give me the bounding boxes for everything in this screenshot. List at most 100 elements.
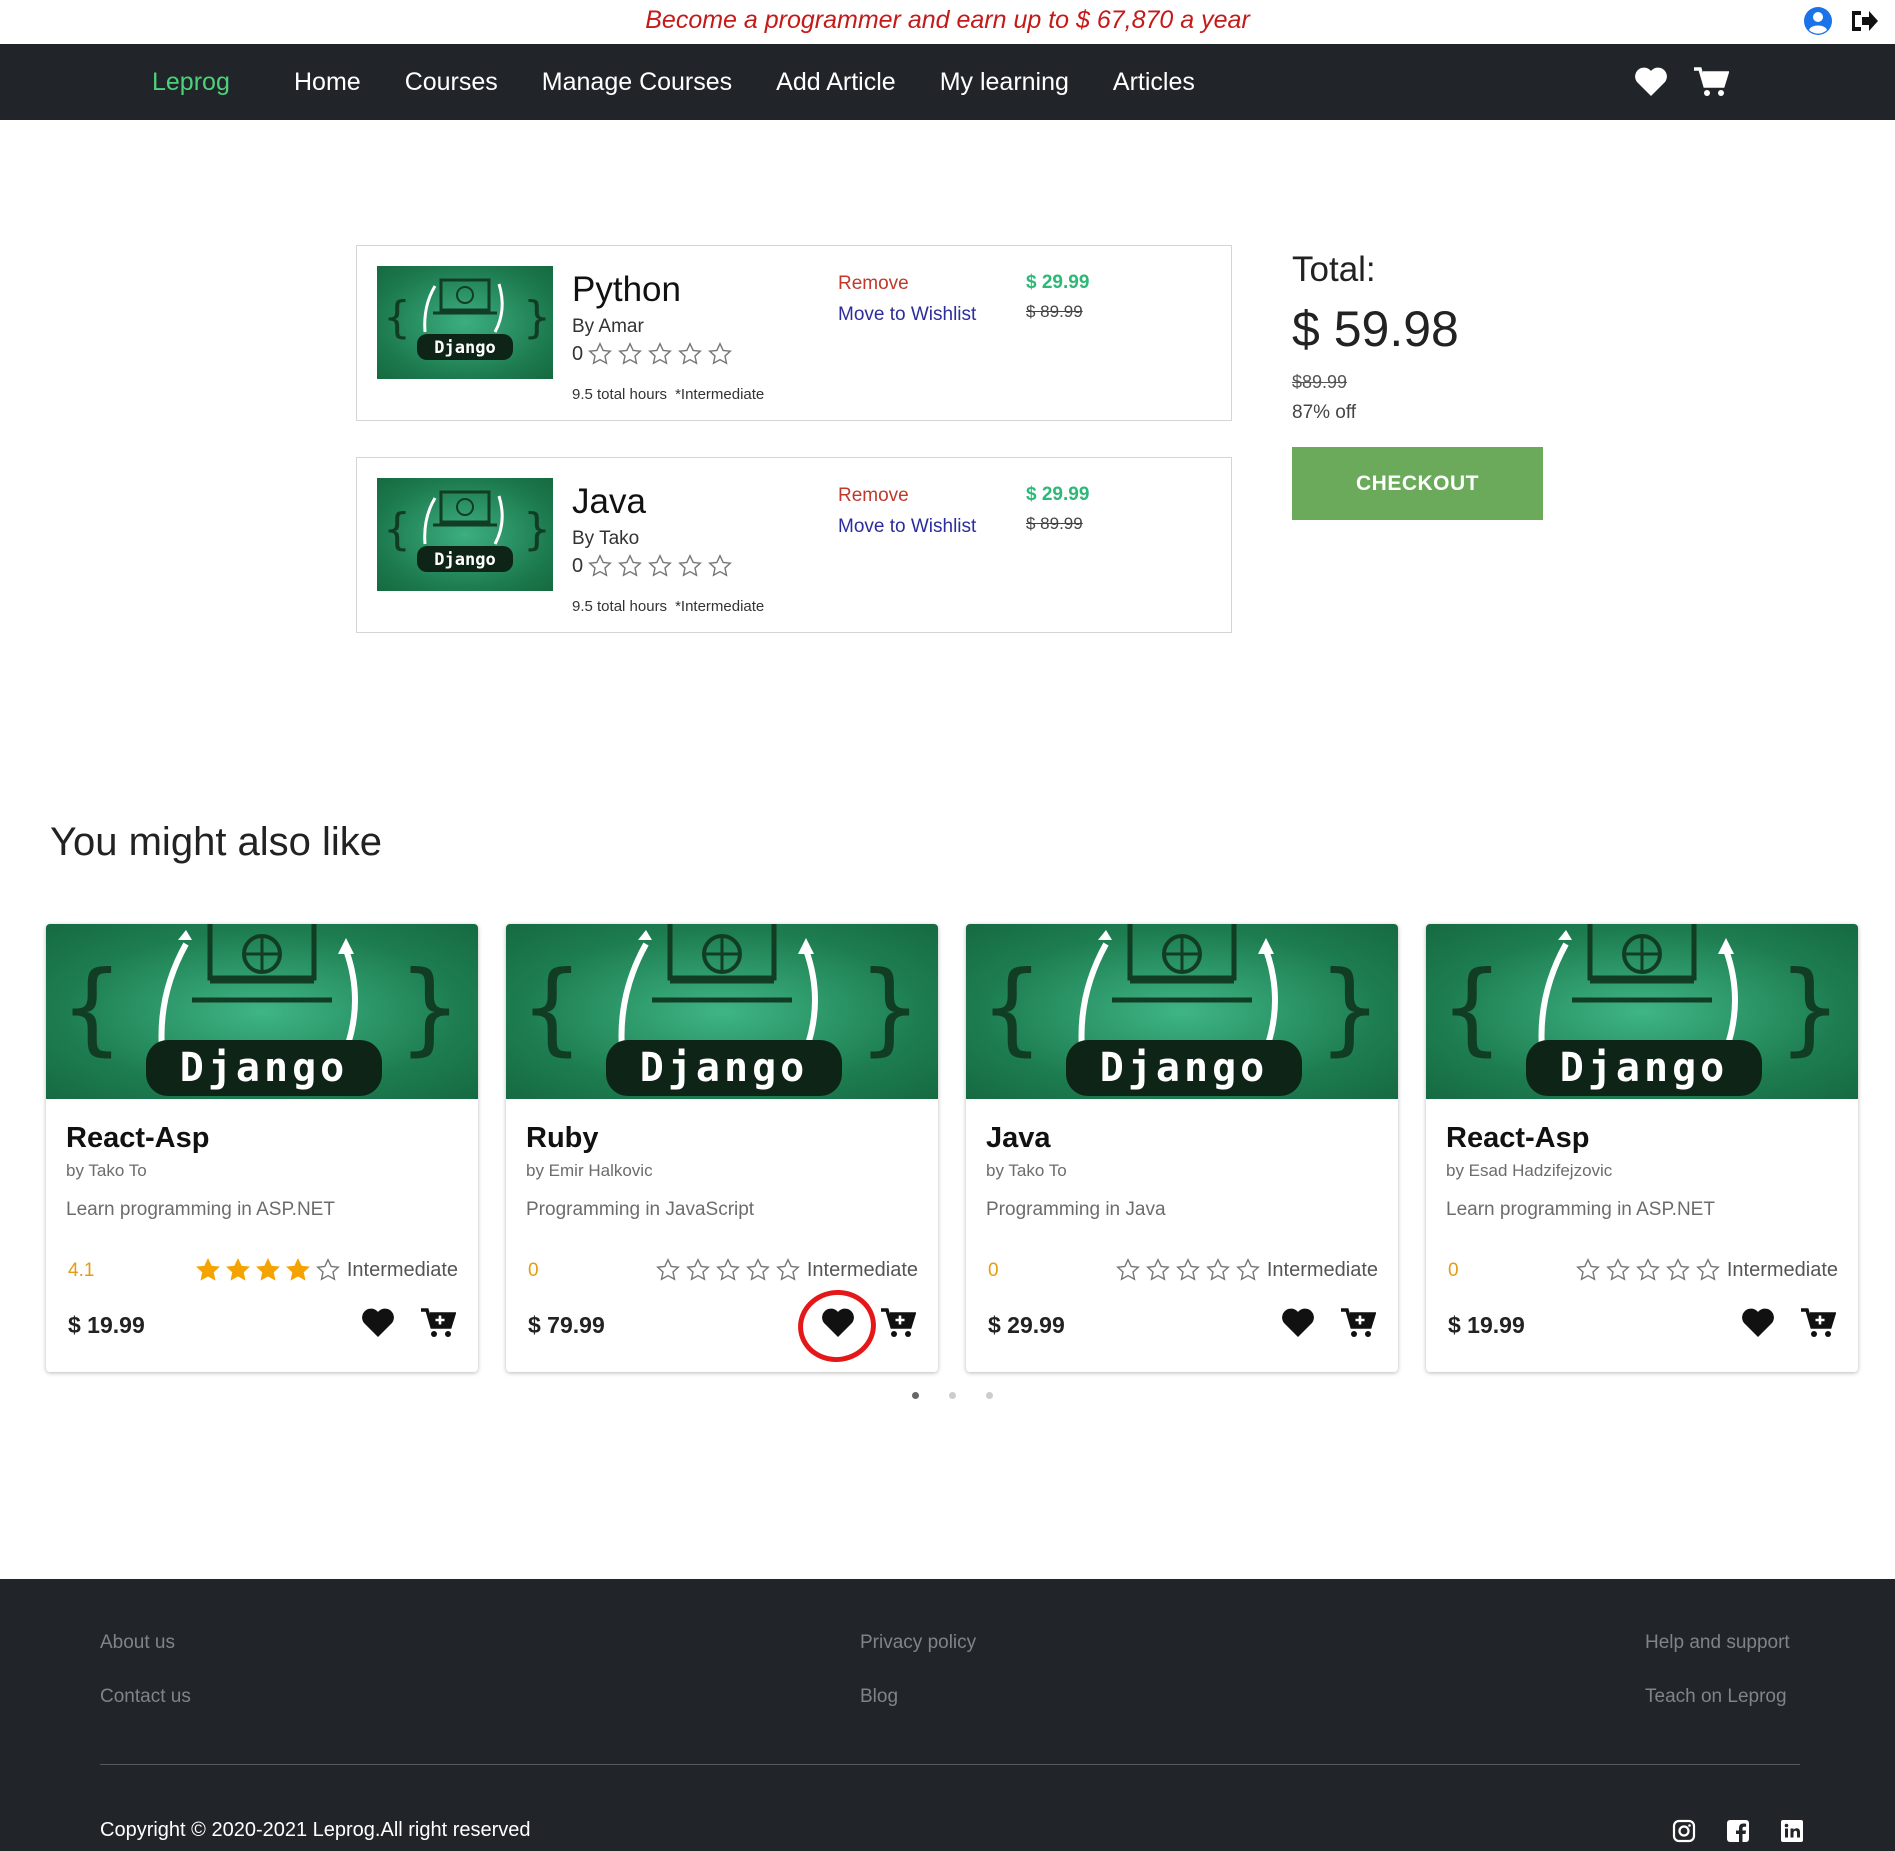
svg-text:{: {	[383, 504, 411, 555]
add-to-wishlist-heart-icon[interactable]	[1740, 1307, 1776, 1339]
course-thumbnail[interactable]: { } Django	[377, 478, 553, 591]
main-navbar: Leprog Home Courses Manage Courses Add A…	[0, 44, 1895, 120]
shopping-cart-icon[interactable]	[1693, 66, 1729, 98]
image-label: Django	[180, 1045, 349, 1091]
instagram-icon[interactable]	[1672, 1819, 1696, 1843]
course-card[interactable]: { } Django React-Asp by Tako To Learn pr…	[46, 924, 478, 1372]
nav-add-article[interactable]: Add Article	[776, 68, 896, 97]
sign-out-icon[interactable]	[1849, 7, 1879, 35]
add-to-cart-icon[interactable]	[1340, 1307, 1376, 1339]
add-to-wishlist-heart-icon[interactable]	[360, 1307, 396, 1339]
section-title: You might also like	[50, 820, 383, 864]
course-old-price: $ 89.99	[1026, 514, 1083, 533]
rating-stars	[587, 553, 733, 579]
carousel-dot[interactable]	[949, 1392, 956, 1399]
course-price: $ 29.99	[1026, 484, 1090, 505]
course-title[interactable]: Python	[572, 270, 681, 310]
promo-text: Become a programmer and earn up to $ 67,…	[645, 6, 1250, 34]
star-empty-icon	[1695, 1258, 1720, 1281]
star-empty-icon	[648, 342, 673, 365]
course-image[interactable]: { } Django	[1426, 924, 1858, 1099]
star-empty-icon	[708, 554, 733, 577]
card-price: $ 19.99	[68, 1312, 145, 1338]
move-to-wishlist-link[interactable]: Move to Wishlist	[838, 516, 976, 538]
footer-about-link[interactable]: About us	[100, 1632, 175, 1654]
svg-text:{: {	[60, 949, 124, 1066]
card-author: by Tako To	[986, 1161, 1067, 1180]
star-empty-icon	[708, 342, 733, 365]
footer-help-link[interactable]: Help and support	[1645, 1632, 1790, 1654]
card-description: Programming in JavaScript	[526, 1199, 755, 1220]
star-empty-icon	[1115, 1258, 1140, 1281]
user-circle-icon[interactable]	[1803, 6, 1833, 36]
card-description: Learn programming in ASP.NET	[66, 1199, 335, 1220]
total-price: $ 59.98	[1292, 301, 1459, 357]
course-image[interactable]: { } Django	[506, 924, 938, 1099]
nav-manage-courses[interactable]: Manage Courses	[542, 68, 732, 97]
linkedin-icon[interactable]	[1780, 1819, 1804, 1843]
rating-stars	[587, 341, 733, 367]
star-filled-icon	[195, 1258, 220, 1281]
course-image[interactable]: { } Django	[966, 924, 1398, 1099]
card-rating-stars: Intermediate	[655, 1257, 918, 1283]
discount-percent: 87% off	[1292, 402, 1357, 423]
thumbnail-label: Django	[434, 338, 495, 358]
course-card[interactable]: { } Django React-Asp by Esad Hadzifejzov…	[1426, 924, 1858, 1372]
star-empty-icon	[685, 1258, 710, 1281]
svg-text:}: }	[398, 949, 462, 1066]
image-label: Django	[1100, 1045, 1269, 1091]
course-thumbnail[interactable]: { } Django	[377, 266, 553, 379]
card-level: Intermediate	[806, 1258, 918, 1281]
course-author: By Tako	[572, 528, 640, 549]
course-title[interactable]: Java	[572, 482, 646, 522]
card-title[interactable]: React-Asp	[66, 1122, 209, 1155]
card-actions	[1280, 1307, 1376, 1339]
carousel-dot[interactable]	[912, 1392, 919, 1399]
course-card[interactable]: { } Django Ruby by Emir Halkovic Program…	[506, 924, 938, 1372]
svg-text:{: {	[520, 949, 584, 1066]
promo-bar: Become a programmer and earn up to $ 67,…	[0, 0, 1895, 44]
course-hours: 9.5 total hours	[572, 386, 668, 403]
star-empty-icon	[648, 554, 673, 577]
card-title[interactable]: React-Asp	[1446, 1122, 1589, 1155]
card-title[interactable]: Ruby	[526, 1122, 599, 1155]
course-card[interactable]: { } Django Java by Tako To Programming i…	[966, 924, 1398, 1372]
footer-teach-link[interactable]: Teach on Leprog	[1645, 1686, 1787, 1708]
nav-articles[interactable]: Articles	[1113, 68, 1195, 97]
heart-icon[interactable]	[1633, 66, 1669, 98]
card-rating-stars: Intermediate	[1575, 1257, 1838, 1283]
footer-privacy-link[interactable]: Privacy policy	[860, 1632, 976, 1654]
nav-home[interactable]: Home	[294, 68, 361, 97]
card-level: Intermediate	[1266, 1258, 1378, 1281]
star-empty-icon	[1205, 1258, 1230, 1281]
nav-my-learning[interactable]: My learning	[940, 68, 1069, 97]
move-to-wishlist-link[interactable]: Move to Wishlist	[838, 304, 976, 326]
star-empty-icon	[1665, 1258, 1690, 1281]
course-rating: 0	[572, 341, 733, 367]
card-title[interactable]: Java	[986, 1122, 1051, 1155]
remove-link[interactable]: Remove	[838, 485, 909, 507]
facebook-icon[interactable]	[1726, 1819, 1750, 1843]
add-to-cart-icon[interactable]	[1800, 1307, 1836, 1339]
carousel-dot[interactable]	[986, 1392, 993, 1399]
course-image[interactable]: { } Django	[46, 924, 478, 1099]
svg-text:}: }	[1318, 949, 1382, 1066]
brand-logo-link[interactable]: Leprog	[152, 68, 230, 97]
cart-item: { } Django Python By Amar 0 9.5 total ho…	[356, 245, 1232, 421]
course-meta: 9.5 total hours *Intermediate	[572, 386, 764, 403]
nav-links: Home Courses Manage Courses Add Article …	[294, 68, 1239, 97]
footer-contact-link[interactable]: Contact us	[100, 1686, 191, 1708]
add-to-cart-icon[interactable]	[880, 1307, 916, 1339]
star-empty-icon	[618, 554, 643, 577]
social-links	[1672, 1819, 1804, 1843]
remove-link[interactable]: Remove	[838, 273, 909, 295]
add-to-cart-icon[interactable]	[420, 1307, 456, 1339]
add-to-wishlist-heart-icon[interactable]	[1280, 1307, 1316, 1339]
star-empty-icon	[618, 342, 643, 365]
checkout-button[interactable]: CHECKOUT	[1292, 447, 1543, 520]
footer-blog-link[interactable]: Blog	[860, 1686, 898, 1708]
card-price: $ 79.99	[528, 1312, 605, 1338]
nav-courses[interactable]: Courses	[405, 68, 498, 97]
card-author: by Emir Halkovic	[526, 1161, 653, 1180]
site-footer: About us Contact us Privacy policy Blog …	[0, 1579, 1895, 1851]
